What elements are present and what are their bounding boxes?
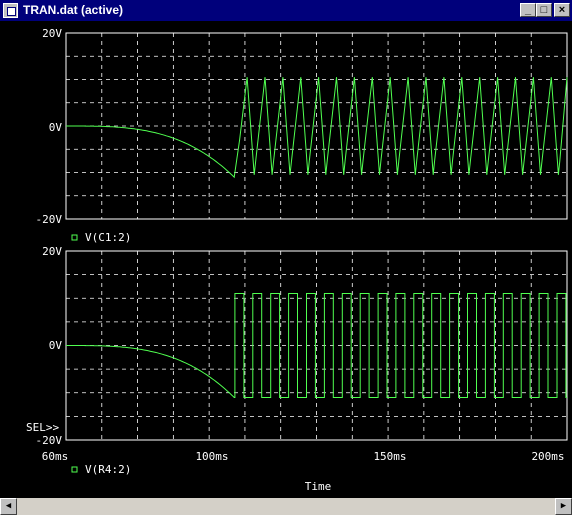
waveform-plot[interactable]: 20V 0V -20V 20V 0V -20V 60ms 100ms 150ms… xyxy=(0,21,572,498)
scroll-right-button[interactable]: ▶ xyxy=(555,498,572,515)
horizontal-scrollbar[interactable]: ◀ ▶ xyxy=(0,498,572,515)
close-button[interactable]: × xyxy=(554,3,570,17)
bottom-ytick-0: 0V xyxy=(49,339,63,352)
top-legend-marker xyxy=(71,234,78,241)
window-menu-icon[interactable] xyxy=(3,3,18,18)
top-ytick-minus20: -20V xyxy=(36,213,63,226)
x-axis-label: Time xyxy=(305,480,332,493)
top-ytick-0: 0V xyxy=(49,121,63,134)
bottom-plot-grid xyxy=(66,251,567,440)
top-ytick-20: 20V xyxy=(42,27,62,40)
sel-marker: SEL>> xyxy=(26,421,59,434)
plot-area[interactable]: 20V 0V -20V 20V 0V -20V 60ms 100ms 150ms… xyxy=(0,21,572,498)
maximize-button[interactable]: □ xyxy=(536,3,552,17)
bottom-legend-marker xyxy=(71,466,78,473)
bottom-ytick-20: 20V xyxy=(42,245,62,258)
xtick-200ms: 200ms xyxy=(531,450,564,463)
xtick-100ms: 100ms xyxy=(195,450,228,463)
scroll-left-button[interactable]: ◀ xyxy=(0,498,17,515)
xtick-60ms: 60ms xyxy=(42,450,69,463)
window-title: TRAN.dat (active) xyxy=(23,3,124,17)
bottom-ytick-minus20: -20V xyxy=(36,434,63,447)
minimize-button[interactable]: _ xyxy=(520,3,536,17)
title-bar[interactable]: TRAN.dat (active) _ □ × xyxy=(0,0,572,21)
xtick-150ms: 150ms xyxy=(373,450,406,463)
top-legend: V(C1:2) xyxy=(85,231,131,244)
waveform-window: TRAN.dat (active) _ □ × 20V 0V -20V 20V … xyxy=(0,0,572,515)
bottom-legend: V(R4:2) xyxy=(85,463,131,476)
